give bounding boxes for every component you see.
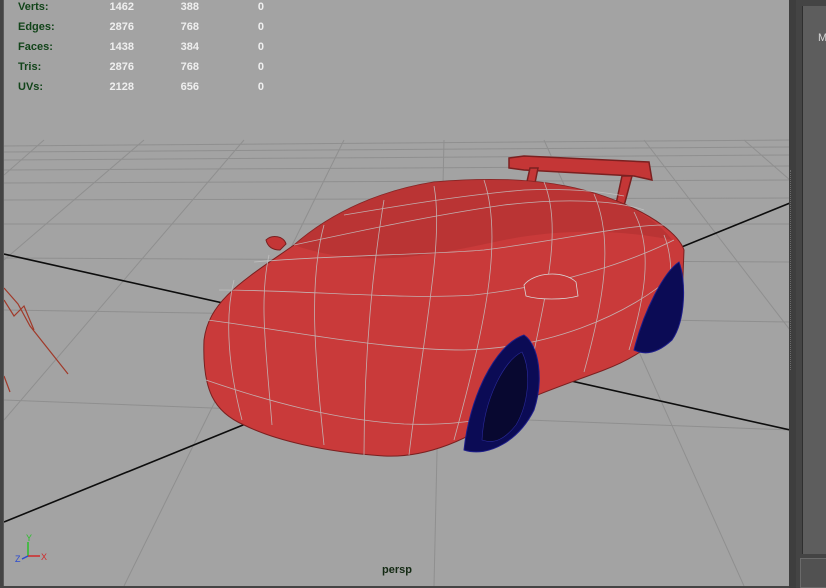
axis-x-label: X bbox=[41, 552, 47, 562]
stat-value: 384 bbox=[180, 41, 199, 53]
side-panel-bottom-button[interactable] bbox=[800, 558, 826, 588]
stat-value: 2128 bbox=[109, 81, 134, 93]
stat-label: Verts: bbox=[18, 1, 49, 13]
stat-value: 0 bbox=[257, 1, 264, 13]
stray-wire-object bbox=[4, 287, 69, 393]
stat-value: 0 bbox=[257, 21, 264, 33]
stat-value: 0 bbox=[257, 81, 264, 93]
stat-value: 656 bbox=[180, 81, 199, 93]
stat-value: 0 bbox=[257, 61, 264, 73]
stat-value: 1438 bbox=[109, 41, 134, 53]
stat-value: 0 bbox=[257, 41, 264, 53]
stat-value: 2876 bbox=[109, 21, 134, 33]
stat-label: UVs: bbox=[18, 81, 44, 93]
perspective-viewport[interactable]: Verts: 1462 388 0 Edges: 2876 768 0 Face… bbox=[3, 0, 790, 586]
axis-z-label: Z bbox=[15, 554, 21, 564]
stat-value: 1462 bbox=[109, 1, 134, 13]
car-body bbox=[203, 178, 685, 457]
axis-gizmo-icon: Y Z X bbox=[15, 533, 47, 564]
side-panel-text: M bbox=[818, 32, 826, 44]
camera-name-label: persp bbox=[382, 564, 412, 576]
stat-value: 768 bbox=[180, 21, 199, 33]
stat-value: 2876 bbox=[109, 61, 134, 73]
stat-value: 768 bbox=[180, 61, 199, 73]
panel-divider-scrollbar[interactable] bbox=[789, 0, 796, 588]
stat-value: 388 bbox=[180, 1, 199, 13]
side-panel: M bbox=[796, 0, 826, 588]
axis-y-label: Y bbox=[26, 533, 32, 543]
stat-label: Edges: bbox=[18, 21, 55, 33]
side-panel-content[interactable]: M bbox=[802, 6, 826, 554]
stat-label: Tris: bbox=[18, 61, 42, 73]
stat-label: Faces: bbox=[18, 41, 53, 53]
